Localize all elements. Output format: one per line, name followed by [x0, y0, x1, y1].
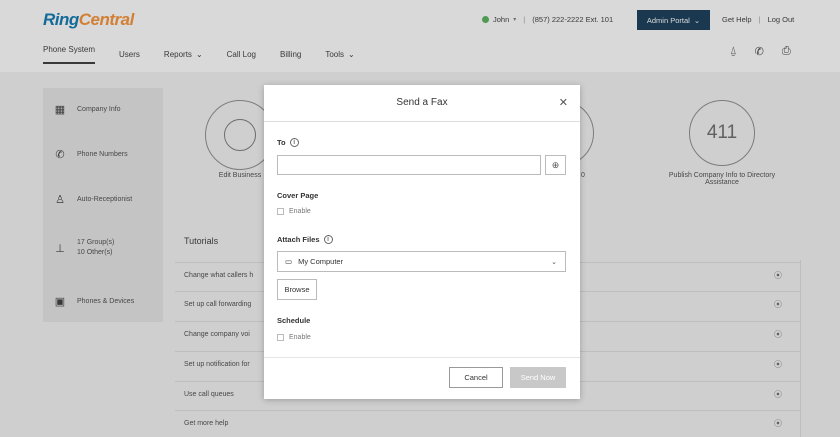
close-icon[interactable]: ✕ — [559, 96, 568, 109]
attach-files-label: Attach Files — [277, 235, 320, 244]
attach-source-select[interactable]: ▭ My Computer ⌄ — [277, 251, 566, 272]
schedule-label: Schedule — [277, 316, 311, 325]
cover-page-enable-checkbox[interactable]: Enable — [277, 208, 311, 215]
dialog-title: Send a Fax — [396, 97, 448, 108]
to-label-row: To i — [277, 138, 299, 147]
checkbox-icon — [277, 208, 284, 215]
browse-button[interactable]: Browse — [277, 279, 317, 300]
send-now-button[interactable]: Send Now — [510, 367, 566, 388]
info-icon[interactable]: i — [323, 235, 333, 244]
chevron-down-icon: ⌄ — [551, 258, 557, 266]
add-recipient-button[interactable]: ⊕ — [545, 155, 566, 175]
checkbox-label: Enable — [289, 208, 311, 215]
checkbox-label: Enable — [289, 334, 311, 341]
add-contact-icon: ⊕ — [551, 159, 560, 170]
to-label: To — [277, 138, 286, 147]
cover-page-label: Cover Page — [277, 191, 319, 200]
computer-icon: ▭ — [285, 257, 293, 266]
send-fax-dialog: Send a Fax ✕ To i ⊕ Cover Page Enable At… — [264, 85, 580, 399]
info-icon[interactable]: i — [289, 138, 299, 147]
attach-files-label-row: Attach Files i — [277, 235, 333, 244]
cancel-button[interactable]: Cancel — [449, 367, 503, 388]
divider — [264, 121, 580, 122]
to-input[interactable] — [277, 155, 541, 175]
divider — [264, 357, 580, 358]
schedule-enable-checkbox[interactable]: Enable — [277, 334, 311, 341]
checkbox-icon — [277, 334, 284, 341]
attach-source-value: My Computer — [298, 257, 344, 266]
